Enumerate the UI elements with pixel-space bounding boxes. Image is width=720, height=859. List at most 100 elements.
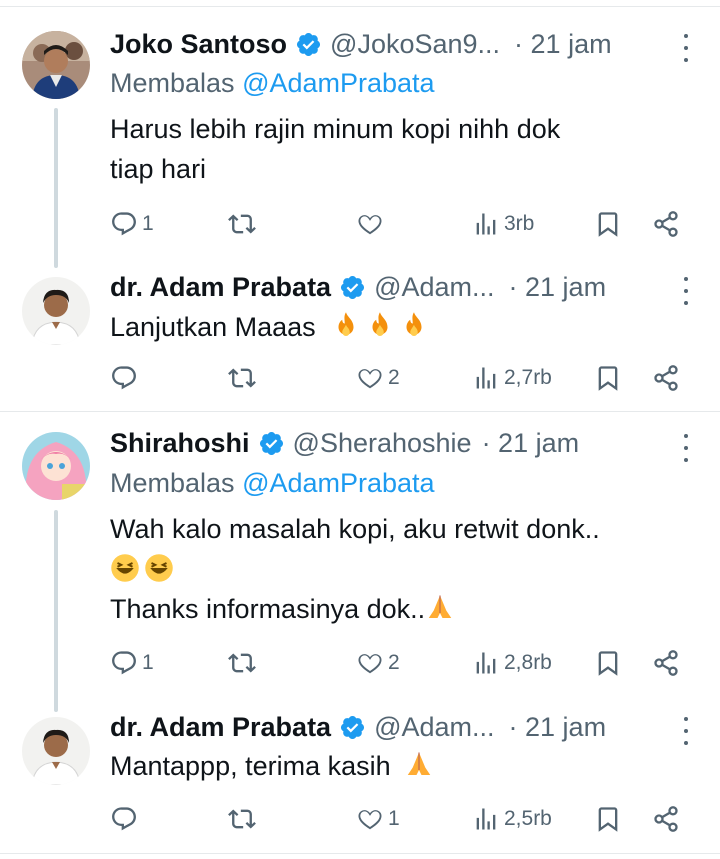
- tweet-text: Wah kalo masalah kopi, aku retwit donk..…: [110, 509, 600, 629]
- author-name[interactable]: Shirahoshi: [110, 428, 250, 459]
- tweet-text-line: Thanks informasinya dok..: [110, 594, 426, 624]
- retweet-icon: [228, 809, 256, 829]
- verified-badge-icon: [259, 431, 283, 455]
- top-divider: [0, 6, 720, 7]
- replying-to: Membalas @AdamPrabata: [110, 68, 435, 99]
- tweet-text-line: Wah kalo masalah kopi, aku retwit donk..: [110, 514, 600, 544]
- tweet-text-line: Harus lebih rajin minum kopi nihh dok: [110, 114, 561, 144]
- reply-button[interactable]: [110, 799, 138, 839]
- bookmark-button[interactable]: [594, 643, 622, 683]
- retweet-icon: [228, 214, 256, 234]
- views-button[interactable]: 2,5rb: [472, 799, 552, 839]
- reply-button[interactable]: 1: [110, 643, 154, 683]
- like-button[interactable]: 2: [356, 358, 400, 398]
- more-options-icon[interactable]: [682, 717, 690, 745]
- reply-button[interactable]: [110, 358, 138, 398]
- verified-badge-icon: [297, 32, 321, 56]
- retweet-button[interactable]: [228, 204, 256, 244]
- share-button[interactable]: [652, 643, 680, 683]
- views-button[interactable]: 2,8rb: [472, 643, 552, 683]
- reply-icon: [112, 212, 136, 236]
- verified-badge-icon: [341, 275, 365, 299]
- reply-button[interactable]: 1: [110, 204, 154, 244]
- heart-icon: [358, 810, 382, 830]
- thread-line: [54, 108, 58, 268]
- timestamp[interactable]: · 21 jam: [514, 29, 612, 60]
- timestamp[interactable]: · 21 jam: [509, 272, 607, 303]
- tweet-divider: [0, 411, 720, 412]
- tweet-actions: 1 2 2,8rb: [0, 643, 720, 683]
- reply-count: 1: [142, 212, 154, 235]
- reply-mention-link[interactable]: @AdamPrabata: [242, 468, 435, 498]
- more-options-icon[interactable]: [682, 277, 690, 305]
- tweet-actions: 1 2,5rb: [0, 799, 720, 839]
- tweet-header: dr. Adam Prabata @Adam... · 21 jam: [110, 267, 606, 307]
- bookmark-icon: [598, 366, 618, 391]
- views-count: 2,5rb: [504, 807, 552, 830]
- views-count: 2,8rb: [504, 651, 552, 674]
- reply-icon: [112, 807, 136, 831]
- tweet-text-line: Lanjutkan Maaas: [110, 312, 316, 342]
- tweet-text: Mantappp, terima kasih: [110, 746, 438, 786]
- tweet-actions: 1 3rb: [0, 204, 720, 244]
- like-button[interactable]: 1: [356, 799, 400, 839]
- views-icon: [476, 367, 496, 389]
- retweet-button[interactable]: [228, 643, 256, 683]
- tweet-text: Lanjutkan Maaas: [110, 307, 433, 347]
- share-icon: [654, 211, 678, 237]
- more-options-icon[interactable]: [682, 34, 690, 62]
- retweet-button[interactable]: [228, 358, 256, 398]
- author-handle[interactable]: @Adam...: [374, 272, 494, 303]
- fire-emoji-icon: [338, 312, 354, 336]
- tweet-actions: 2 2,7rb: [0, 358, 720, 398]
- share-button[interactable]: [652, 358, 680, 398]
- avatar-adam[interactable]: [22, 277, 90, 345]
- views-icon: [476, 808, 496, 830]
- author-name[interactable]: dr. Adam Prabata: [110, 272, 331, 303]
- views-button[interactable]: 3rb: [472, 204, 534, 244]
- author-handle[interactable]: @Sherahoshie: [293, 428, 472, 459]
- author-name[interactable]: dr. Adam Prabata: [110, 712, 331, 743]
- more-options-icon[interactable]: [682, 434, 690, 462]
- bookmark-button[interactable]: [594, 204, 622, 244]
- retweet-icon: [228, 653, 256, 673]
- folded-hands-emoji-icon: [428, 595, 452, 618]
- avatar-shirahoshi[interactable]: [22, 432, 90, 500]
- folded-hands-emoji-icon: [407, 752, 431, 775]
- author-handle[interactable]: @JokoSan9...: [330, 29, 500, 60]
- share-button[interactable]: [652, 204, 680, 244]
- laughing-emoji-icon: [111, 554, 139, 582]
- tweet-header: dr. Adam Prabata @Adam... · 21 jam: [110, 707, 606, 747]
- like-button[interactable]: [356, 204, 384, 244]
- share-icon: [654, 650, 678, 676]
- replying-to: Membalas @AdamPrabata: [110, 468, 435, 499]
- reply-icon: [112, 366, 136, 390]
- views-count: 3rb: [504, 212, 535, 235]
- replying-to-label: Membalas: [110, 68, 235, 98]
- timestamp[interactable]: · 21 jam: [482, 428, 580, 459]
- like-button[interactable]: 2: [356, 643, 400, 683]
- heart-icon: [358, 369, 382, 389]
- author-name[interactable]: Joko Santoso: [110, 29, 287, 60]
- reply-count: 1: [142, 651, 154, 674]
- timestamp[interactable]: · 21 jam: [509, 712, 607, 743]
- heart-icon: [358, 215, 382, 235]
- reply-mention-link[interactable]: @AdamPrabata: [242, 68, 435, 98]
- heart-icon: [358, 654, 382, 674]
- views-button[interactable]: 2,7rb: [472, 358, 552, 398]
- retweet-button[interactable]: [228, 799, 256, 839]
- like-count: 2: [388, 366, 400, 389]
- share-icon: [654, 806, 678, 832]
- share-button[interactable]: [652, 799, 680, 839]
- share-icon: [654, 365, 678, 391]
- bookmark-button[interactable]: [594, 358, 622, 398]
- avatar-joko[interactable]: [22, 31, 90, 99]
- bookmark-icon: [598, 651, 618, 676]
- avatar-adam[interactable]: [22, 717, 90, 785]
- fire-emoji-icon: [372, 312, 388, 336]
- bookmark-button[interactable]: [594, 799, 622, 839]
- tweet-text: Harus lebih rajin minum kopi nihh dok ti…: [110, 109, 560, 189]
- author-handle[interactable]: @Adam...: [374, 712, 494, 743]
- bottom-divider: [0, 853, 720, 854]
- tweet-emoji-line: [110, 549, 600, 589]
